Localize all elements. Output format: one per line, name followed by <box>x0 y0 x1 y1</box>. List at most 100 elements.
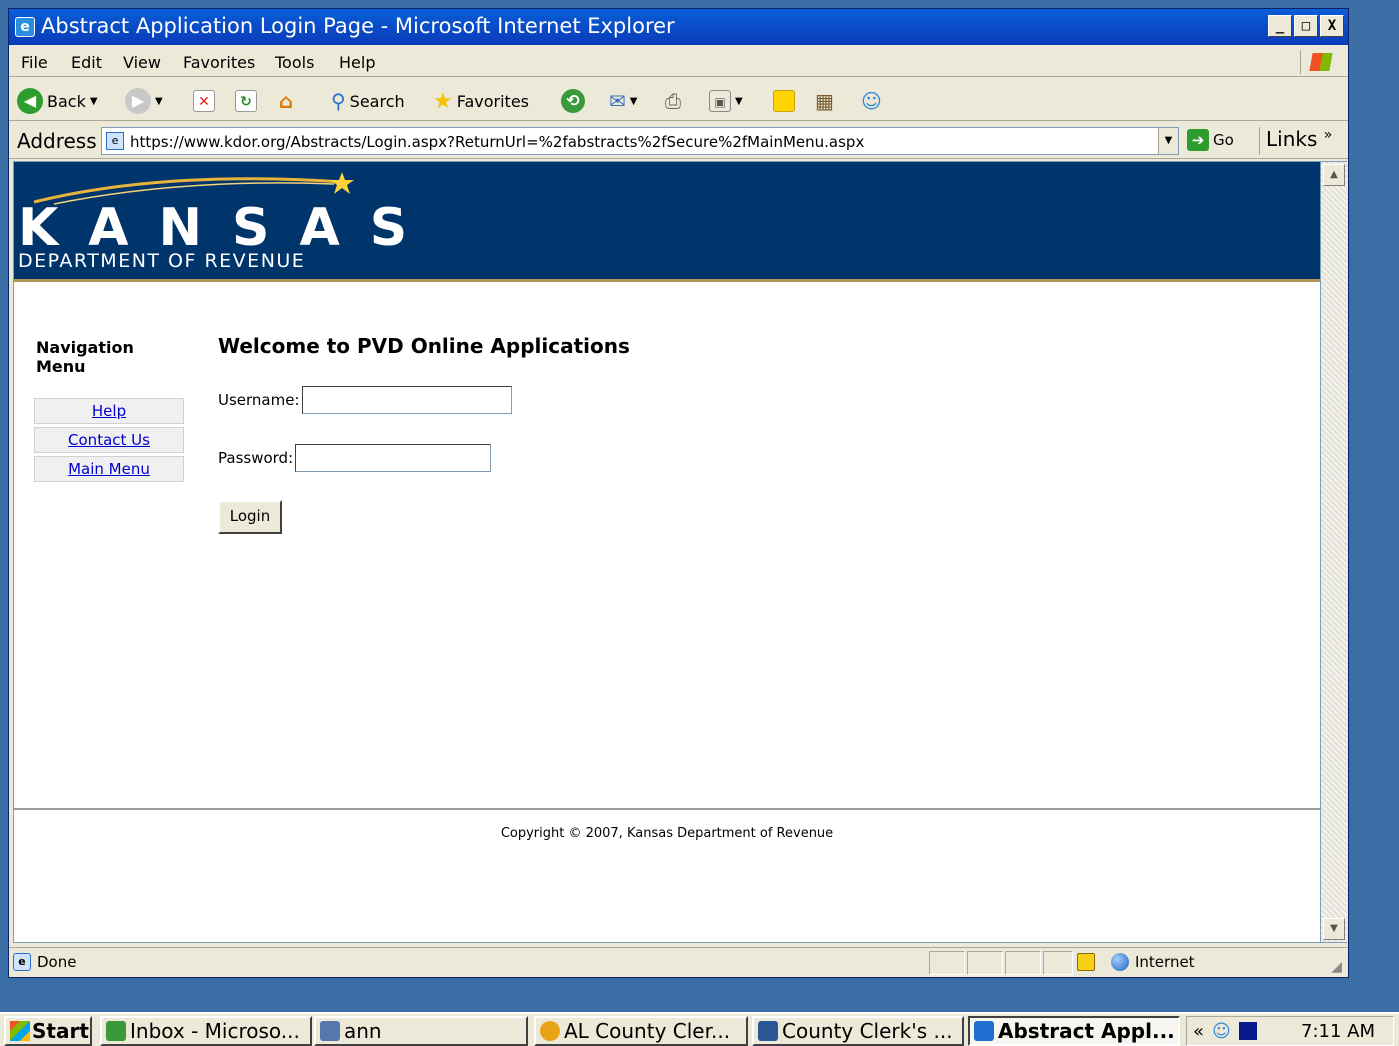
research-icon: ▦ <box>815 89 834 113</box>
taskbar-item-ann[interactable]: ann <box>314 1016 528 1046</box>
messenger-icon: ☺ <box>861 89 882 113</box>
vertical-scrollbar[interactable]: ▲ ▼ <box>1321 161 1347 943</box>
resize-grip-icon[interactable]: ◢ <box>1331 959 1342 975</box>
address-input[interactable]: e https://www.kdor.org/Abstracts/Login.a… <box>101 127 1179 155</box>
status-text: Done <box>37 953 77 971</box>
tray-app-icon[interactable] <box>1238 1022 1257 1040</box>
links-button[interactable]: Links » <box>1259 127 1332 155</box>
edit-icon: ▣ <box>709 90 731 112</box>
ie-icon <box>974 1021 994 1041</box>
title-bar[interactable]: e Abstract Application Login Page - Micr… <box>9 9 1348 45</box>
menu-view[interactable]: View <box>123 53 161 72</box>
page-icon: e <box>106 132 124 150</box>
window-controls: _ □ X <box>1268 15 1344 37</box>
kansas-wordmark: KANSAS <box>18 198 438 258</box>
status-done: e Done <box>13 953 76 971</box>
links-label: Links <box>1266 127 1318 151</box>
chevron-down-icon: ▼ <box>155 95 163 107</box>
menu-edit[interactable]: Edit <box>71 53 102 72</box>
menu-help[interactable]: Help <box>339 53 375 72</box>
nav-link-help[interactable]: Help <box>34 398 184 424</box>
print-icon: ⎙ <box>665 89 681 113</box>
footer-divider <box>14 808 1320 810</box>
address-dropdown-icon[interactable]: ▼ <box>1158 128 1178 154</box>
taskbar-item-al-county[interactable]: AL County Cler... <box>534 1016 748 1046</box>
print-button[interactable]: ⎙ <box>665 87 681 115</box>
nav-heading: Navigation Menu <box>36 338 134 376</box>
username-row: Username: <box>218 386 512 414</box>
start-button[interactable]: Start <box>4 1016 92 1046</box>
go-button[interactable]: ➔ Go <box>1187 129 1234 151</box>
scroll-up-icon[interactable]: ▲ <box>1323 164 1345 186</box>
scroll-down-icon[interactable]: ▼ <box>1323 918 1345 940</box>
chevron-down-icon: ▼ <box>629 95 638 107</box>
system-tray: « ☺ 7:11 AM <box>1186 1016 1394 1046</box>
menu-favorites[interactable]: Favorites <box>183 53 255 72</box>
address-url: https://www.kdor.org/Abstracts/Login.asp… <box>130 133 865 151</box>
stop-button[interactable]: ✕ <box>193 87 215 115</box>
task-label: ann <box>344 1019 382 1043</box>
standard-toolbar: ◀ Back ▼ ▶ ▼ ✕ ↻ ⌂ ⚲ Search ★ Favorites … <box>9 79 1348 121</box>
status-pane <box>929 951 965 975</box>
research-button[interactable]: ▦ <box>815 87 834 115</box>
favorites-button[interactable]: ★ Favorites <box>433 87 529 115</box>
menu-file[interactable]: File <box>21 53 48 72</box>
taskbar: Start Inbox - Microso... ann AL County C… <box>0 1012 1399 1046</box>
status-pane <box>1043 951 1073 975</box>
password-input[interactable] <box>295 444 492 472</box>
messenger-button[interactable]: ☺ <box>861 87 882 115</box>
welcome-heading: Welcome to PVD Online Applications <box>218 334 630 358</box>
back-arrow-icon: ◀ <box>17 88 43 114</box>
address-label: Address <box>17 129 97 153</box>
navigation-menu: Navigation Menu Help Contact Us Main Men… <box>34 338 184 485</box>
kdor-banner: KANSAS DEPARTMENT OF REVENUE <box>14 162 1320 282</box>
close-button[interactable]: X <box>1320 15 1344 37</box>
tray-expand-icon[interactable]: « <box>1193 1021 1204 1042</box>
maximize-button[interactable]: □ <box>1294 15 1318 37</box>
task-label: Abstract Appl... <box>998 1019 1175 1043</box>
app-icon <box>540 1021 560 1041</box>
refresh-icon: ↻ <box>235 90 257 112</box>
forward-button[interactable]: ▶ ▼ <box>125 87 163 115</box>
menu-bar: File Edit View Favorites Tools Help <box>9 47 1348 77</box>
clock[interactable]: 7:11 AM <box>1301 1021 1375 1042</box>
home-icon: ⌂ <box>278 89 294 113</box>
status-pane <box>1005 951 1041 975</box>
taskbar-item-inbox[interactable]: Inbox - Microso... <box>100 1016 312 1046</box>
edit-button[interactable]: ▣ ▼ <box>709 87 743 115</box>
go-label: Go <box>1213 131 1234 149</box>
task-label: AL County Cler... <box>564 1019 731 1043</box>
username-input[interactable] <box>301 386 512 414</box>
taskbar-item-county-clerk[interactable]: County Clerk's ... <box>752 1016 964 1046</box>
back-button[interactable]: ◀ Back ▼ <box>17 87 98 115</box>
forward-arrow-icon: ▶ <box>125 88 151 114</box>
window-title: Abstract Application Login Page - Micros… <box>41 14 675 38</box>
refresh-button[interactable]: ↻ <box>235 87 257 115</box>
home-button[interactable]: ⌂ <box>275 87 297 115</box>
mail-button[interactable]: ✉ ▼ <box>609 87 637 115</box>
search-button[interactable]: ⚲ Search <box>331 87 405 115</box>
page-icon: e <box>13 953 31 971</box>
taskbar-item-abstract-app[interactable]: Abstract Appl... <box>968 1016 1180 1046</box>
ie-page-icon: e <box>15 17 35 37</box>
history-button[interactable]: ⟲ <box>561 87 585 115</box>
chevron-down-icon: ▼ <box>89 95 98 107</box>
note-icon <box>773 90 795 112</box>
browser-window: e Abstract Application Login Page - Micr… <box>8 8 1349 978</box>
windows-flag-icon <box>10 1021 30 1041</box>
address-bar: Address e https://www.kdor.org/Abstracts… <box>9 123 1348 159</box>
lock-icon <box>1077 953 1095 971</box>
minimize-button[interactable]: _ <box>1268 15 1292 37</box>
nav-link-main-menu[interactable]: Main Menu <box>34 456 184 482</box>
globe-icon <box>1111 953 1129 971</box>
history-icon: ⟲ <box>561 89 585 113</box>
nav-link-contact-us[interactable]: Contact Us <box>34 427 184 453</box>
zone-label: Internet <box>1135 953 1195 971</box>
chevron-right-icon: » <box>1323 127 1333 143</box>
messenger-tray-icon[interactable]: ☺ <box>1212 1021 1231 1042</box>
notes-button[interactable] <box>773 87 795 115</box>
menu-tools[interactable]: Tools <box>275 53 314 72</box>
login-button[interactable]: Login <box>218 500 282 534</box>
go-arrow-icon: ➔ <box>1187 129 1209 151</box>
start-label: Start <box>32 1019 89 1043</box>
